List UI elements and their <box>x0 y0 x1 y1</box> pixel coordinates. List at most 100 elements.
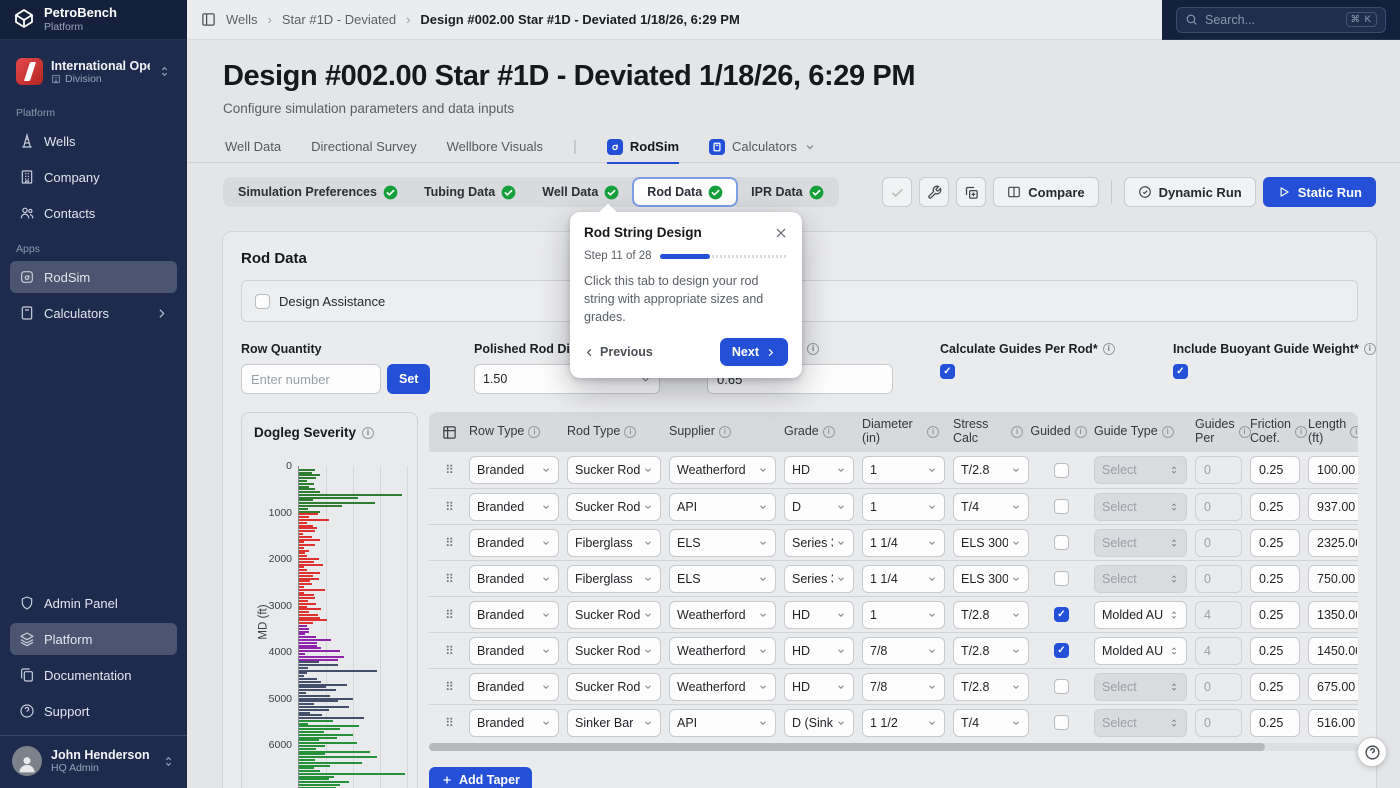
guided-checkbox[interactable] <box>1054 463 1069 478</box>
stress-calc-select[interactable]: T/2.8 <box>953 456 1029 484</box>
diameter-select[interactable]: 1 1/4 <box>862 565 945 593</box>
stress-calc-select[interactable]: T/4 <box>953 493 1029 521</box>
rod-type-select[interactable]: Sucker Rod <box>567 493 661 521</box>
row-type-select[interactable]: Branded <box>469 493 559 521</box>
previous-button[interactable]: Previous <box>584 345 653 359</box>
supplier-select[interactable]: API <box>669 493 776 521</box>
diameter-select[interactable]: 1 <box>862 493 945 521</box>
guide-type-select[interactable]: Select <box>1094 709 1187 737</box>
step-tab-ipr-data[interactable]: IPR Data <box>738 179 836 205</box>
stress-calc-select[interactable]: ELS 300 <box>953 565 1029 593</box>
grade-select[interactable]: Series 300 <box>784 529 854 557</box>
info-icon[interactable]: i <box>807 343 819 355</box>
guided-checkbox[interactable] <box>1054 679 1069 694</box>
drag-handle-icon[interactable]: ⠿ <box>445 463 453 477</box>
length-input[interactable] <box>1308 456 1358 484</box>
sidebar-item-support[interactable]: Support <box>10 695 177 727</box>
drag-handle-icon[interactable]: ⠿ <box>445 608 453 622</box>
grade-select[interactable]: HD <box>784 456 854 484</box>
diameter-select[interactable]: 7/8 <box>862 673 945 701</box>
guide-type-select[interactable]: Molded AU <box>1094 601 1187 629</box>
guide-type-select[interactable]: Select <box>1094 529 1187 557</box>
guides-per-input[interactable] <box>1195 601 1242 629</box>
stress-calc-select[interactable]: ELS 300 <box>953 529 1029 557</box>
guides-per-input[interactable] <box>1195 456 1242 484</box>
guides-per-input[interactable] <box>1195 493 1242 521</box>
buoyant-guide-checkbox[interactable] <box>1173 364 1188 379</box>
guide-type-select[interactable]: Select <box>1094 456 1187 484</box>
sidebar-toggle-icon[interactable] <box>201 12 216 27</box>
info-icon[interactable]: i <box>823 426 835 438</box>
tab-well-data[interactable]: Well Data <box>225 131 281 163</box>
info-icon[interactable]: i <box>1350 426 1358 438</box>
tab-wellbore-visuals[interactable]: Wellbore Visuals <box>447 131 543 163</box>
length-input[interactable] <box>1308 673 1358 701</box>
drag-handle-icon[interactable]: ⠿ <box>445 644 453 658</box>
help-button[interactable] <box>1357 737 1387 767</box>
info-icon[interactable]: i <box>1162 426 1174 438</box>
tab-directional-survey[interactable]: Directional Survey <box>311 131 417 163</box>
length-input[interactable] <box>1308 493 1358 521</box>
sidebar-item-contacts[interactable]: Contacts <box>10 197 177 229</box>
breadcrumb-wells[interactable]: Wells <box>226 12 258 27</box>
row-type-select[interactable]: Branded <box>469 456 559 484</box>
info-icon[interactable]: i <box>1011 426 1023 438</box>
guide-type-select[interactable]: Select <box>1094 493 1187 521</box>
scrollbar-thumb[interactable] <box>429 743 1265 751</box>
design-assistance-checkbox[interactable] <box>255 294 270 309</box>
friction-coef-input[interactable] <box>1250 456 1300 484</box>
stress-calc-select[interactable]: T/2.8 <box>953 637 1029 665</box>
stress-calc-select[interactable]: T/2.8 <box>953 601 1029 629</box>
diameter-select[interactable]: 1 <box>862 456 945 484</box>
diameter-select[interactable]: 1 <box>862 601 945 629</box>
row-type-select[interactable]: Branded <box>469 673 559 701</box>
guides-per-input[interactable] <box>1195 565 1242 593</box>
supplier-select[interactable]: ELS <box>669 565 776 593</box>
tab-rodsim[interactable]: RodSim <box>607 131 679 163</box>
friction-coef-input[interactable] <box>1250 709 1300 737</box>
guides-per-input[interactable] <box>1195 709 1242 737</box>
supplier-select[interactable]: Weatherford <box>669 456 776 484</box>
grade-select[interactable]: HD <box>784 637 854 665</box>
add-taper-button[interactable]: Add Taper <box>429 767 532 788</box>
search-input[interactable]: Search... ⌘ K <box>1176 7 1386 33</box>
drag-handle-icon[interactable]: ⠿ <box>445 716 453 730</box>
grade-select[interactable]: D (Sinker Bar) <box>784 709 854 737</box>
next-button[interactable]: Next <box>720 338 788 366</box>
guided-checkbox[interactable] <box>1054 571 1069 586</box>
diameter-select[interactable]: 1 1/4 <box>862 529 945 557</box>
friction-coef-input[interactable] <box>1250 493 1300 521</box>
rod-type-select[interactable]: Fiberglass <box>567 529 661 557</box>
drag-handle-icon[interactable]: ⠿ <box>445 680 453 694</box>
supplier-select[interactable]: API <box>669 709 776 737</box>
guided-checkbox[interactable] <box>1054 715 1069 730</box>
sidebar-item-company[interactable]: Company <box>10 161 177 193</box>
compare-button[interactable]: Compare <box>993 177 1098 207</box>
rod-type-select[interactable]: Fiberglass <box>567 565 661 593</box>
drag-handle-icon[interactable]: ⠿ <box>445 536 453 550</box>
org-selector[interactable]: International Operatio Division <box>10 52 177 91</box>
rod-type-select[interactable]: Sucker Rod <box>567 673 661 701</box>
friction-coef-input[interactable] <box>1250 637 1300 665</box>
length-input[interactable] <box>1308 529 1358 557</box>
step-tab-tubing-data[interactable]: Tubing Data <box>411 179 529 205</box>
sidebar-item-documentation[interactable]: Documentation <box>10 659 177 691</box>
step-tab-simulation-preferences[interactable]: Simulation Preferences <box>225 179 411 205</box>
step-tab-rod-data[interactable]: Rod Data <box>632 177 738 207</box>
row-type-select[interactable]: Branded <box>469 529 559 557</box>
stress-calc-select[interactable]: T/4 <box>953 709 1029 737</box>
close-icon[interactable] <box>774 226 788 240</box>
validate-button[interactable] <box>882 177 912 207</box>
set-button[interactable]: Set <box>387 364 430 394</box>
friction-coef-input[interactable] <box>1250 565 1300 593</box>
info-icon[interactable]: i <box>362 427 374 439</box>
diameter-select[interactable]: 7/8 <box>862 637 945 665</box>
diameter-select[interactable]: 1 1/2 <box>862 709 945 737</box>
dynamic-run-button[interactable]: Dynamic Run <box>1124 177 1256 207</box>
grade-select[interactable]: D <box>784 493 854 521</box>
supplier-select[interactable]: Weatherford <box>669 673 776 701</box>
sidebar-item-rodsim[interactable]: RodSim <box>10 261 177 293</box>
row-quantity-input[interactable] <box>241 364 381 394</box>
horizontal-scrollbar[interactable] <box>429 743 1358 751</box>
static-run-button[interactable]: Static Run <box>1263 177 1376 207</box>
